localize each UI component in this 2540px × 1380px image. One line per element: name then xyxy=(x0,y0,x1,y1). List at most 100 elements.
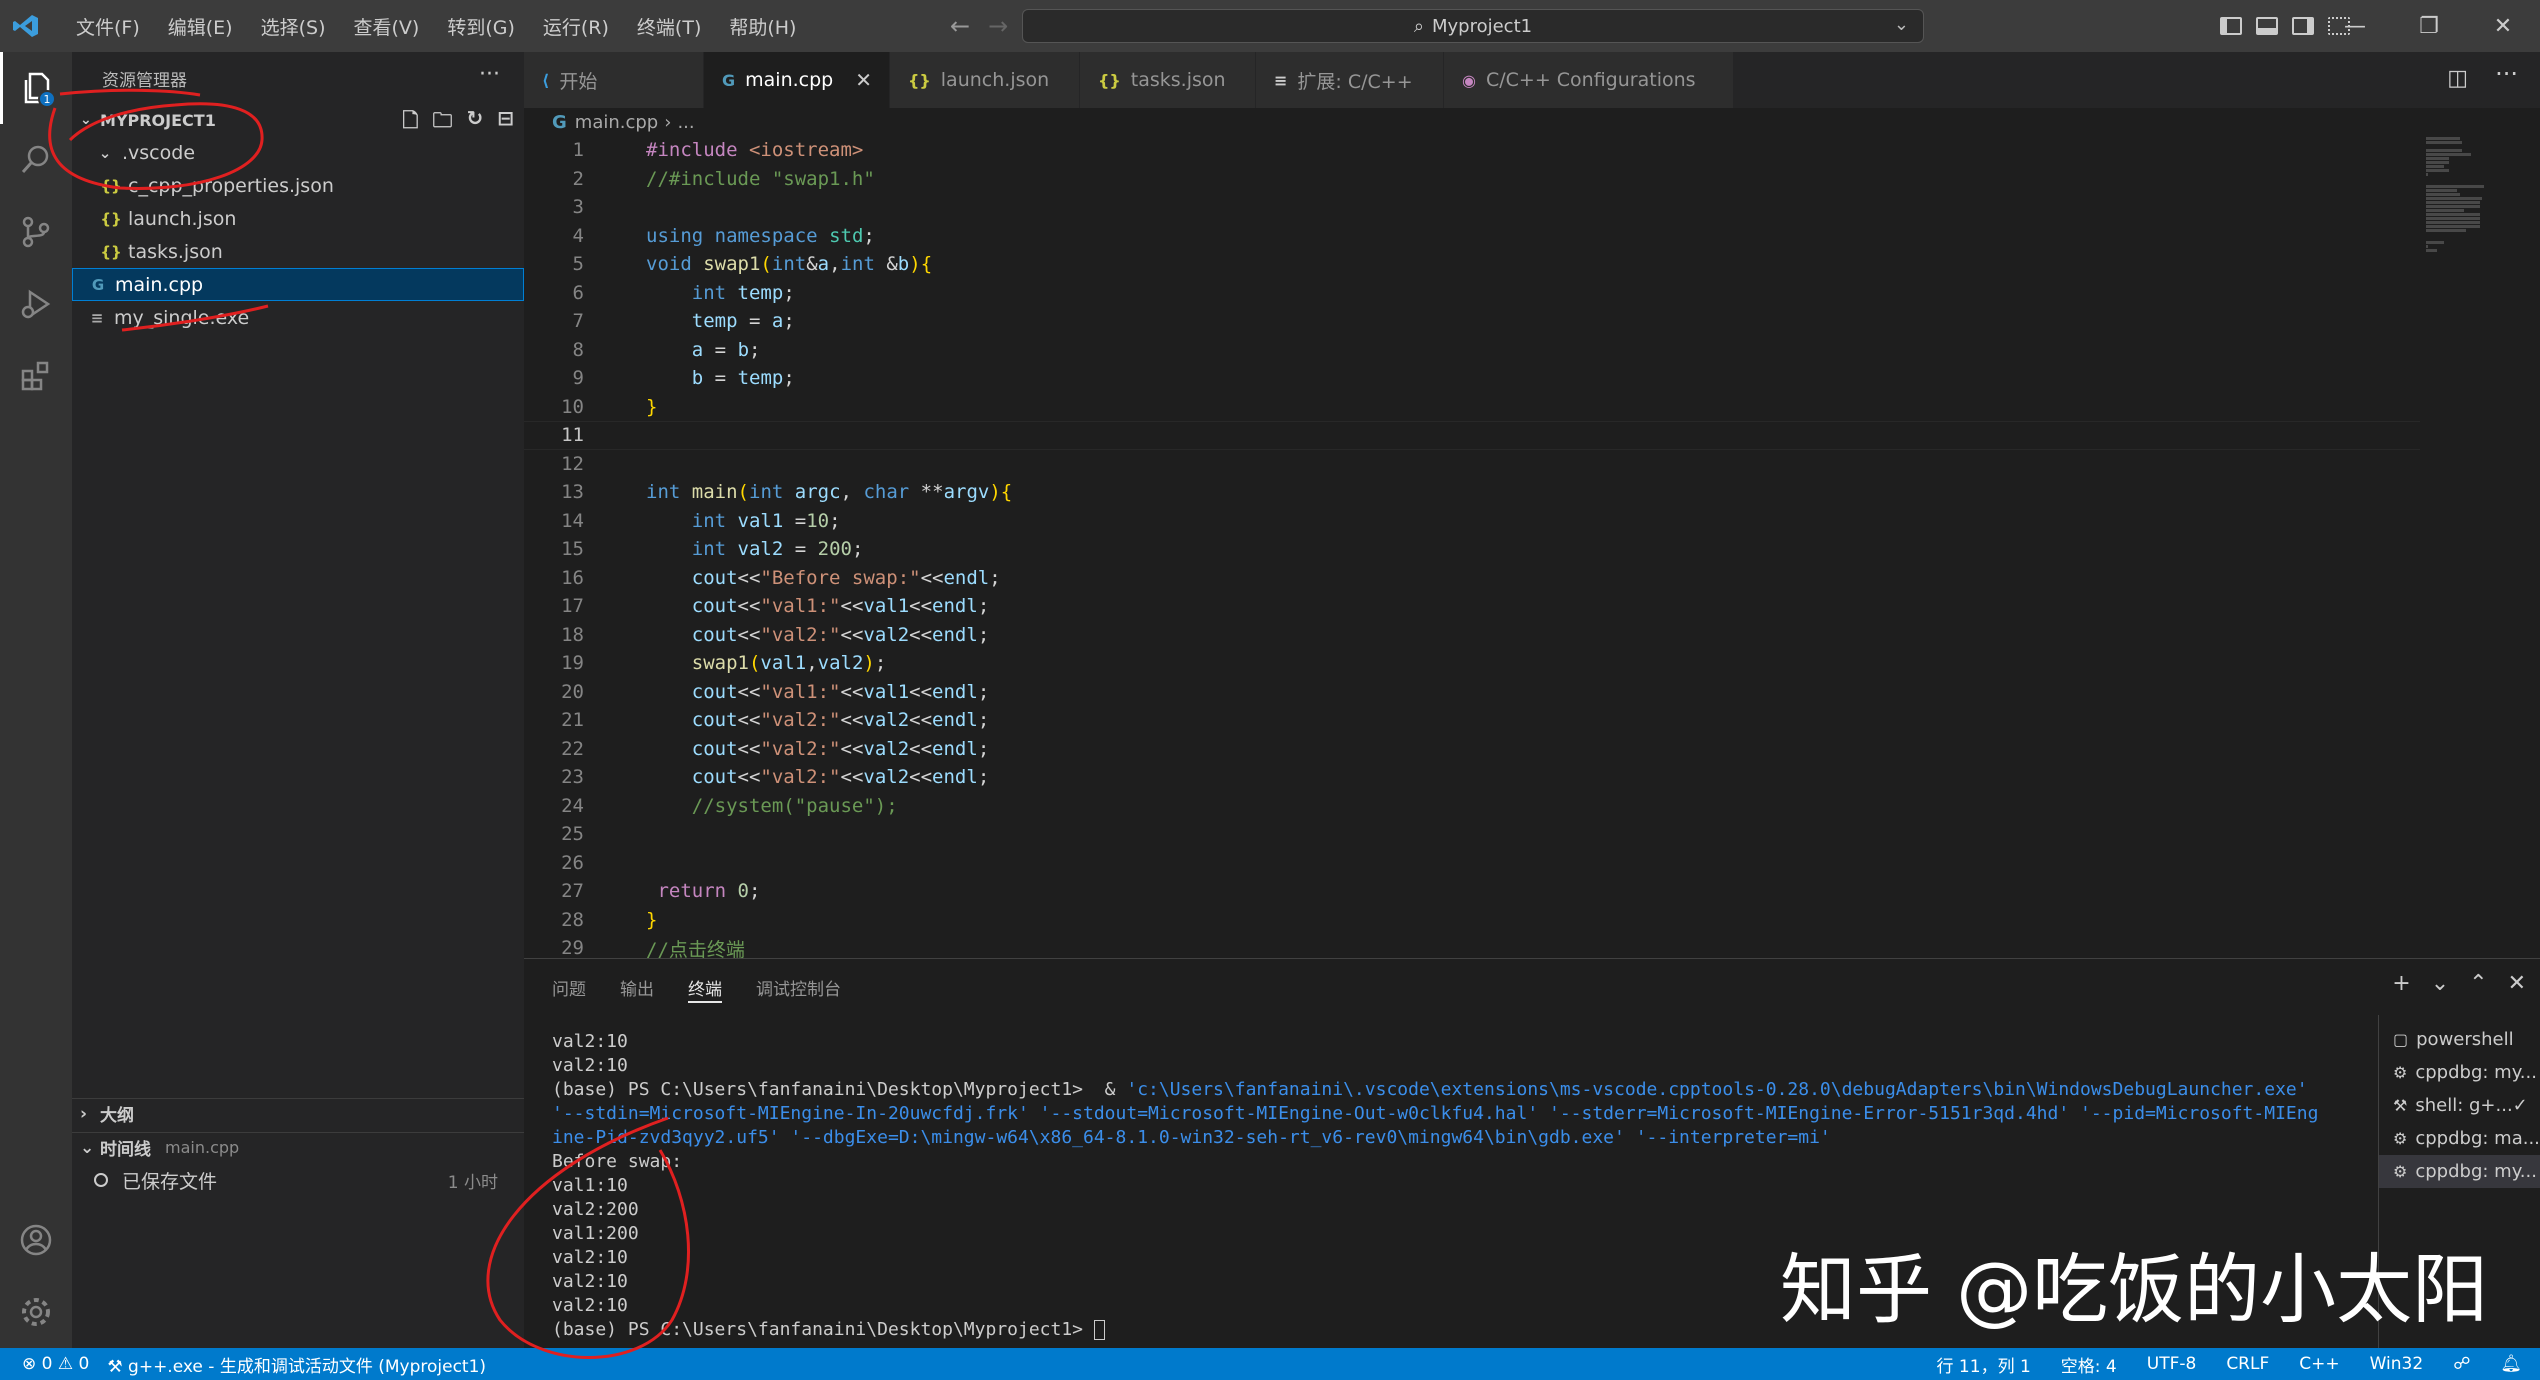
code-editor[interactable]: 1 #include <iostream> 2 //#include "swap1.h… xyxy=(524,136,2420,958)
breadcrumb-file[interactable]: main.cpp xyxy=(575,112,658,133)
code-line[interactable]: 20 cout<<"val1:"<<val1<<endl; xyxy=(524,678,2420,707)
code-line[interactable]: 1 #include <iostream> xyxy=(524,136,2420,165)
panel-tab[interactable]: 终端 xyxy=(688,959,722,1015)
toggle-panel-icon[interactable] xyxy=(2256,17,2278,35)
menu-item[interactable]: 查看(V) xyxy=(340,0,434,52)
panel-tab[interactable]: 问题 xyxy=(552,959,586,1015)
outline-section-header[interactable]: › 大纲 xyxy=(72,1098,524,1128)
code-line[interactable]: 16 cout<<"Before swap:"<<endl; xyxy=(524,564,2420,593)
timeline-section-header[interactable]: ⌄ 时间线 main.cpp xyxy=(72,1132,524,1162)
code-line[interactable]: 24 //system("pause"); xyxy=(524,792,2420,821)
code-line[interactable]: 13 int main(int argc, char **argv){ xyxy=(524,478,2420,507)
settings-gear-icon[interactable] xyxy=(0,1276,72,1348)
code-line[interactable]: 8 a = b; xyxy=(524,336,2420,365)
code-line[interactable]: 28} xyxy=(524,906,2420,935)
code-line[interactable]: 9 b = temp; xyxy=(524,364,2420,393)
file-tree-item[interactable]: Gmain.cpp xyxy=(72,268,524,301)
code-line[interactable]: 23 cout<<"val2:"<<val2<<endl; xyxy=(524,763,2420,792)
code-line[interactable]: 29 //点击终端 xyxy=(524,934,2420,958)
more-actions-icon[interactable]: ··· xyxy=(2495,60,2518,88)
more-actions-icon[interactable]: ··· xyxy=(479,62,500,87)
explorer-icon[interactable]: 1 xyxy=(0,52,72,124)
menu-item[interactable]: 选择(S) xyxy=(247,0,340,52)
code-line[interactable]: 7 temp = a; xyxy=(524,307,2420,336)
code-line[interactable]: 4 using namespace std; xyxy=(524,222,2420,251)
new-file-icon[interactable]: 🗋 xyxy=(402,106,418,140)
code-line[interactable]: 15 int val2 = 200; xyxy=(524,535,2420,564)
editor-tab[interactable]: {} tasks.json xyxy=(1080,52,1256,108)
source-control-icon[interactable] xyxy=(0,196,72,268)
maximize-panel-icon[interactable]: ⌃ xyxy=(2469,971,2487,996)
code-line[interactable]: 21 cout<<"val2:"<<val2<<endl; xyxy=(524,706,2420,735)
code-line[interactable]: 6 int temp; xyxy=(524,279,2420,308)
platform[interactable]: Win32 xyxy=(2370,1354,2424,1374)
code-line[interactable]: 10} xyxy=(524,393,2420,422)
code-line[interactable]: 11 xyxy=(524,421,2420,450)
encoding[interactable]: UTF-8 xyxy=(2147,1354,2197,1374)
menu-item[interactable]: 帮助(H) xyxy=(715,0,810,52)
code-line[interactable]: 14 int val1 =10; xyxy=(524,507,2420,536)
code-line[interactable]: 19 swap1(val1,val2); xyxy=(524,649,2420,678)
terminal-list-item[interactable]: ⚙ cppdbg: my... xyxy=(2379,1056,2540,1089)
terminal-list-item[interactable]: ⚙ cppdbg: my... xyxy=(2379,1155,2540,1188)
terminal-list-item[interactable]: ▢ powershell xyxy=(2379,1023,2540,1056)
new-terminal-icon[interactable]: + xyxy=(2392,971,2410,996)
terminal-list-item[interactable]: ⚒ shell: g+... ✓ xyxy=(2379,1089,2540,1122)
code-line[interactable]: 22 cout<<"val2:"<<val2<<endl; xyxy=(524,735,2420,764)
file-tree-item[interactable]: ≡ my_single.exe xyxy=(72,301,524,334)
code-line[interactable]: 25 xyxy=(524,820,2420,849)
back-arrow-icon[interactable]: ← xyxy=(950,12,970,40)
chevron-down-icon[interactable]: ⌄ xyxy=(2431,971,2449,996)
code-line[interactable]: 18 cout<<"val2:"<<val2<<endl; xyxy=(524,621,2420,650)
editor-tab[interactable]: ◉ C/C++ Configurations xyxy=(1444,52,1734,108)
notifications-bell-icon[interactable]: 🔔︎ xyxy=(2500,1354,2522,1374)
file-tree-item[interactable]: ⌄ .vscode xyxy=(72,136,524,169)
search-icon[interactable] xyxy=(0,124,72,196)
terminal-list-item[interactable]: ⚙ cppdbg: ma... xyxy=(2379,1122,2540,1155)
run-debug-icon[interactable] xyxy=(0,268,72,340)
editor-tab[interactable]: ⟨ 开始 xyxy=(524,52,704,108)
code-line[interactable]: 3 xyxy=(524,193,2420,222)
editor-tab[interactable]: {} launch.json xyxy=(890,52,1080,108)
new-folder-icon[interactable]: 🗀 xyxy=(432,106,452,140)
panel-tab[interactable]: 调试控制台 xyxy=(756,959,841,1015)
minimap[interactable] xyxy=(2420,136,2540,958)
close-tab-icon[interactable]: ✕ xyxy=(855,68,872,92)
panel-tab[interactable]: 输出 xyxy=(620,959,654,1015)
editor-tab[interactable]: ≡ 扩展: C/C++ xyxy=(1256,52,1444,108)
restore-button[interactable]: ❐ xyxy=(2392,0,2466,52)
project-section-header[interactable]: ⌄ MYPROJECT1 🗋 🗀 ↻ ⊟ xyxy=(72,104,524,136)
menu-item[interactable]: 文件(F) xyxy=(62,0,154,52)
close-panel-icon[interactable]: ✕ xyxy=(2508,971,2526,996)
refresh-icon[interactable]: ↻ xyxy=(466,106,483,140)
code-line[interactable]: 26 xyxy=(524,849,2420,878)
breadcrumb-symbol[interactable]: ... xyxy=(677,112,694,133)
timeline-item[interactable]: 已保存文件 1 小时 xyxy=(72,1164,524,1196)
code-line[interactable]: 17 cout<<"val1:"<<val1<<endl; xyxy=(524,592,2420,621)
command-center[interactable]: ⌕ Myproject1 ⌄ xyxy=(1022,9,1924,43)
line-ending[interactable]: CRLF xyxy=(2226,1354,2269,1374)
toggle-secondary-sidebar-icon[interactable] xyxy=(2292,17,2314,35)
file-tree-item[interactable]: {} launch.json xyxy=(72,202,524,235)
code-line[interactable]: 2 //#include "swap1.h" xyxy=(524,165,2420,194)
code-line[interactable]: 5 void swap1(int&a,int &b){ xyxy=(524,250,2420,279)
extensions-icon[interactable] xyxy=(0,340,72,412)
language-mode[interactable]: C++ xyxy=(2299,1354,2339,1374)
file-tree-item[interactable]: {} c_cpp_properties.json xyxy=(72,169,524,202)
minimize-button[interactable]: — xyxy=(2318,0,2392,52)
account-icon[interactable] xyxy=(0,1204,72,1276)
cursor-position[interactable]: 行 11，列 1 xyxy=(1937,1352,2031,1377)
code-line[interactable]: 27 return 0; xyxy=(524,877,2420,906)
editor-tab[interactable]: Gmain.cpp ✕ xyxy=(704,52,890,108)
file-tree-item[interactable]: {} tasks.json xyxy=(72,235,524,268)
toggle-sidebar-icon[interactable] xyxy=(2220,17,2242,35)
close-window-button[interactable]: ✕ xyxy=(2466,0,2540,52)
task-status[interactable]: ⚒ g++.exe - 生成和调试活动文件 (Myproject1) xyxy=(107,1352,486,1377)
problems-status[interactable]: ⊗ 0 ⚠ 0 xyxy=(22,1354,89,1374)
code-line[interactable]: 12 xyxy=(524,450,2420,479)
collapse-all-icon[interactable]: ⊟ xyxy=(497,106,514,140)
chevron-down-icon[interactable]: ⌄ xyxy=(1894,14,1909,35)
menu-item[interactable]: 编辑(E) xyxy=(154,0,247,52)
split-editor-icon[interactable]: ◫ xyxy=(2447,66,2468,91)
menu-item[interactable]: 转到(G) xyxy=(433,0,529,52)
